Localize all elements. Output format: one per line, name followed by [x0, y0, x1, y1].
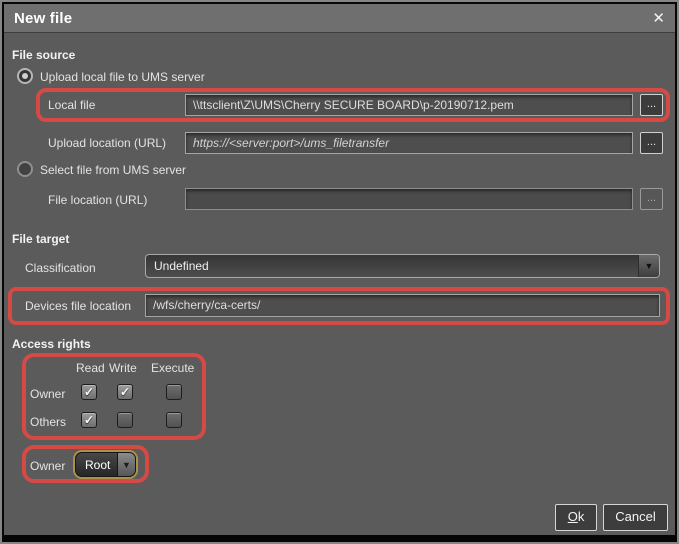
- dialog-title: New file: [14, 10, 73, 27]
- column-header-read: Read: [76, 361, 105, 375]
- file-location-input: [185, 188, 633, 210]
- upload-local-radio[interactable]: [17, 68, 33, 84]
- cancel-button[interactable]: Cancel: [603, 504, 668, 531]
- upload-location-browse-button[interactable]: ...: [640, 132, 663, 154]
- owner-selected-value: Root: [85, 457, 111, 472]
- owner-dropdown[interactable]: Root ▼: [75, 452, 136, 477]
- local-file-label: Local file: [48, 98, 96, 112]
- access-rights-heading: Access rights: [12, 337, 91, 351]
- owner-dropdown-label: Owner: [30, 459, 66, 473]
- ok-button[interactable]: Ok: [555, 504, 597, 531]
- others-write-checkbox[interactable]: [117, 412, 133, 428]
- window-frame: New file ✕ File source Upload local file…: [0, 0, 679, 544]
- select-from-server-radio[interactable]: [17, 161, 33, 177]
- column-header-execute: Execute: [151, 361, 195, 375]
- column-header-write: Write: [109, 361, 137, 375]
- devices-file-location-input[interactable]: /wfs/cherry/ca-certs/: [145, 294, 660, 317]
- new-file-dialog: New file ✕ File source Upload local file…: [4, 4, 675, 535]
- classification-dropdown[interactable]: Undefined ▼: [145, 254, 660, 278]
- radio-selected-dot: [22, 73, 28, 79]
- owner-execute-checkbox[interactable]: [166, 384, 182, 400]
- upload-location-input[interactable]: https://<server:port>/ums_filetransfer: [185, 132, 633, 154]
- owner-write-checkbox[interactable]: ✓: [117, 384, 133, 400]
- owner-read-checkbox[interactable]: ✓: [81, 384, 97, 400]
- file-source-heading: File source: [12, 48, 76, 62]
- chevron-down-icon: ▼: [638, 255, 659, 277]
- local-file-browse-button[interactable]: ...: [640, 94, 663, 116]
- classification-label: Classification: [25, 261, 96, 275]
- local-file-input[interactable]: \\ttsclient\Z\UMS\Cherry SECURE BOARD\p-…: [185, 94, 633, 116]
- close-icon[interactable]: ✕: [652, 9, 665, 27]
- others-row-label: Others: [30, 415, 67, 429]
- upload-local-radio-label: Upload local file to UMS server: [40, 70, 205, 84]
- owner-row-label: Owner: [30, 387, 66, 401]
- title-bar: New file ✕: [4, 4, 675, 33]
- file-location-browse-button: ...: [640, 188, 663, 210]
- others-read-checkbox[interactable]: ✓: [81, 412, 97, 428]
- upload-location-label: Upload location (URL): [48, 136, 167, 150]
- others-execute-checkbox[interactable]: [166, 412, 182, 428]
- ok-button-mnemonic: O: [567, 509, 578, 524]
- ok-button-label-rest: k: [577, 509, 585, 524]
- select-from-server-radio-label: Select file from UMS server: [40, 163, 187, 177]
- classification-selected-value: Undefined: [154, 259, 209, 273]
- file-location-label: File location (URL): [48, 193, 148, 207]
- chevron-down-icon: ▼: [117, 453, 135, 476]
- file-target-heading: File target: [12, 232, 70, 246]
- devices-file-location-label: Devices file location: [25, 299, 132, 313]
